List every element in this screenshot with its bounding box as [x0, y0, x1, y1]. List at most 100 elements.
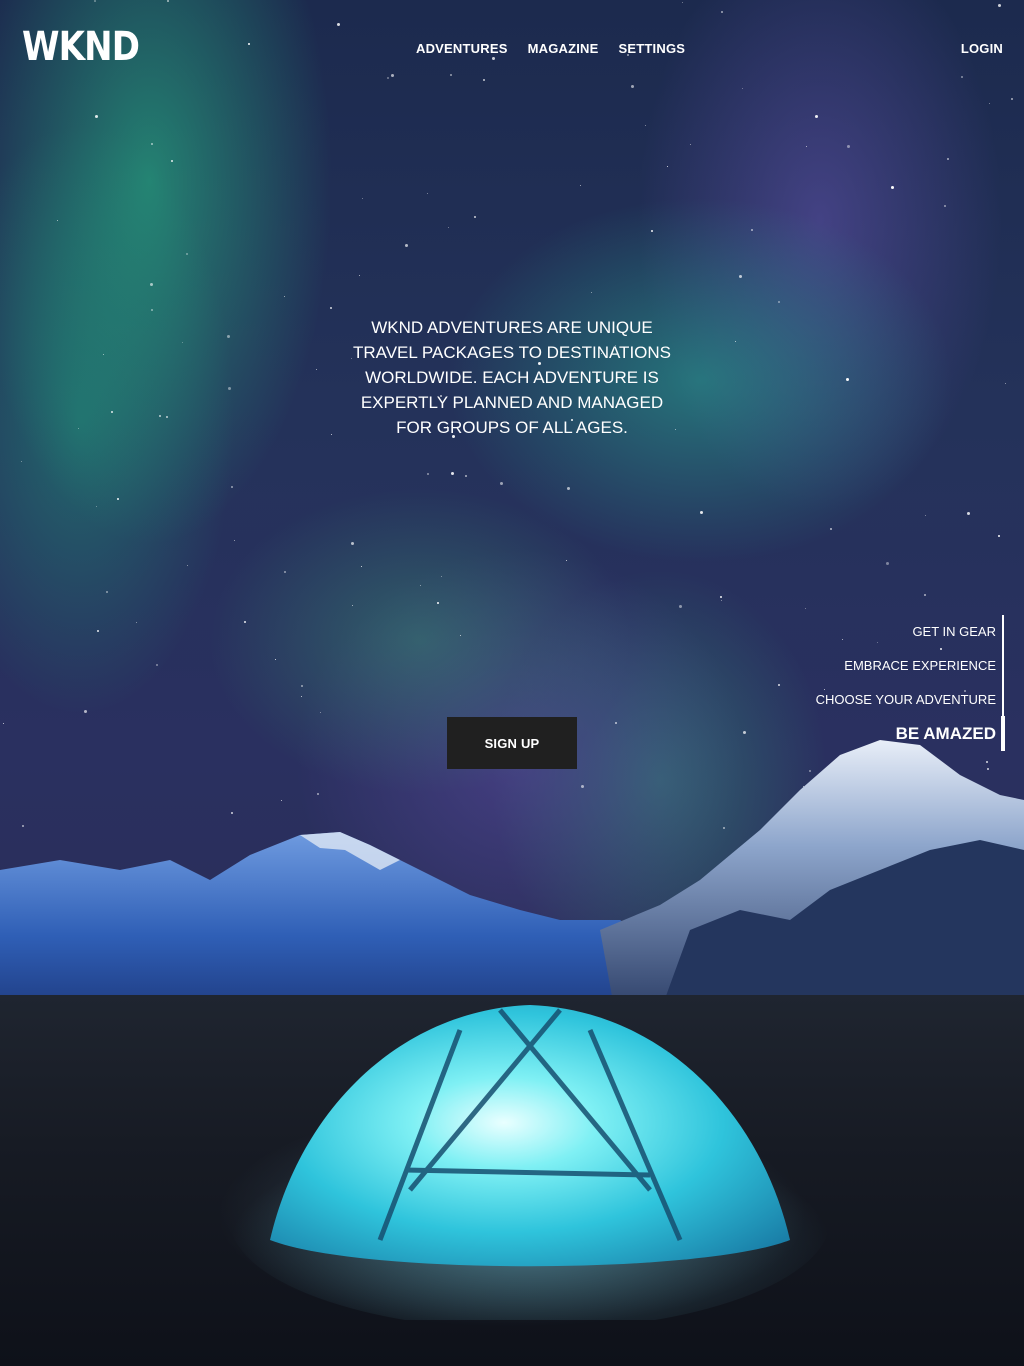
carousel-item-get-in-gear[interactable]: GET IN GEAR: [912, 623, 996, 641]
star: [778, 301, 780, 303]
star: [679, 605, 682, 608]
star: [645, 125, 646, 126]
star: [735, 341, 736, 342]
star: [846, 378, 849, 381]
star: [275, 659, 276, 660]
star: [944, 205, 946, 207]
hero-description: WKND ADVENTURES ARE UNIQUE TRAVEL PACKAG…: [352, 318, 672, 437]
glowing-tent: [230, 1005, 830, 1320]
star: [847, 145, 850, 148]
star: [320, 712, 321, 713]
star: [111, 411, 113, 413]
star: [925, 515, 926, 516]
star: [167, 0, 169, 2]
star: [186, 253, 188, 255]
star: [234, 540, 235, 541]
sign-up-button[interactable]: SIGN UP: [447, 717, 577, 769]
carousel-item-be-amazed[interactable]: BE AMAZED: [896, 723, 996, 745]
star: [427, 193, 428, 194]
star: [891, 186, 894, 189]
star: [667, 166, 668, 167]
star: [720, 596, 722, 598]
star: [316, 369, 317, 370]
star: [580, 185, 581, 186]
wknd-logo[interactable]: WKND: [22, 24, 140, 70]
nav-item-settings[interactable]: SETTINGS: [619, 40, 686, 58]
star: [886, 562, 889, 565]
star: [150, 283, 153, 286]
star: [166, 416, 168, 418]
star: [337, 23, 340, 26]
star: [742, 88, 743, 89]
star: [690, 144, 691, 145]
star: [675, 429, 676, 430]
star: [78, 428, 79, 429]
star: [387, 77, 389, 79]
star: [805, 608, 806, 609]
nav-item-adventures[interactable]: ADVENTURES: [416, 40, 508, 58]
nav-item-magazine[interactable]: MAGAZINE: [528, 40, 599, 58]
star: [1011, 98, 1013, 100]
star: [227, 335, 230, 338]
star: [721, 11, 723, 13]
star: [465, 475, 467, 477]
star: [483, 79, 485, 81]
star: [420, 585, 421, 586]
star: [450, 74, 452, 76]
star: [136, 622, 137, 623]
star: [231, 486, 233, 488]
star: [751, 229, 753, 231]
star: [94, 0, 96, 2]
star: [739, 275, 742, 278]
star: [301, 685, 303, 687]
star: [830, 528, 832, 530]
star: [815, 115, 818, 118]
carousel-item-embrace-experience[interactable]: EMBRACE EXPERIENCE: [844, 657, 996, 675]
star: [103, 354, 104, 355]
star: [151, 143, 153, 145]
star: [248, 43, 250, 45]
carousel-item-choose-your-adventure[interactable]: CHOOSE YOUR ADVENTURE: [816, 691, 996, 709]
star: [352, 605, 353, 606]
star: [156, 664, 158, 666]
star: [998, 4, 1001, 7]
star: [967, 512, 970, 515]
star: [171, 160, 173, 162]
star: [330, 307, 332, 309]
star: [721, 600, 722, 601]
star: [451, 472, 454, 475]
star: [566, 560, 567, 561]
star: [500, 482, 503, 485]
star: [182, 342, 183, 343]
star: [998, 535, 1000, 537]
star: [448, 227, 449, 228]
carousel-active-indicator: [1001, 716, 1005, 751]
star: [460, 635, 461, 636]
star: [57, 220, 58, 221]
star: [21, 461, 22, 462]
star: [989, 103, 990, 104]
star: [591, 292, 592, 293]
star: [1005, 383, 1006, 384]
star: [961, 76, 963, 78]
star: [97, 630, 99, 632]
star: [700, 511, 703, 514]
star: [391, 74, 394, 77]
main-nav: ADVENTURES MAGAZINE SETTINGS: [416, 40, 685, 58]
star: [117, 498, 119, 500]
star: [95, 115, 98, 118]
star: [351, 542, 354, 545]
star: [359, 275, 360, 276]
star: [228, 387, 231, 390]
star: [361, 566, 362, 567]
star: [437, 602, 439, 604]
star: [682, 2, 683, 3]
star: [362, 198, 363, 199]
login-link[interactable]: LOGIN: [961, 40, 1003, 58]
star: [427, 473, 429, 475]
star: [331, 434, 332, 435]
star: [106, 591, 108, 593]
star: [301, 696, 302, 697]
star: [244, 621, 246, 623]
star: [96, 506, 97, 507]
